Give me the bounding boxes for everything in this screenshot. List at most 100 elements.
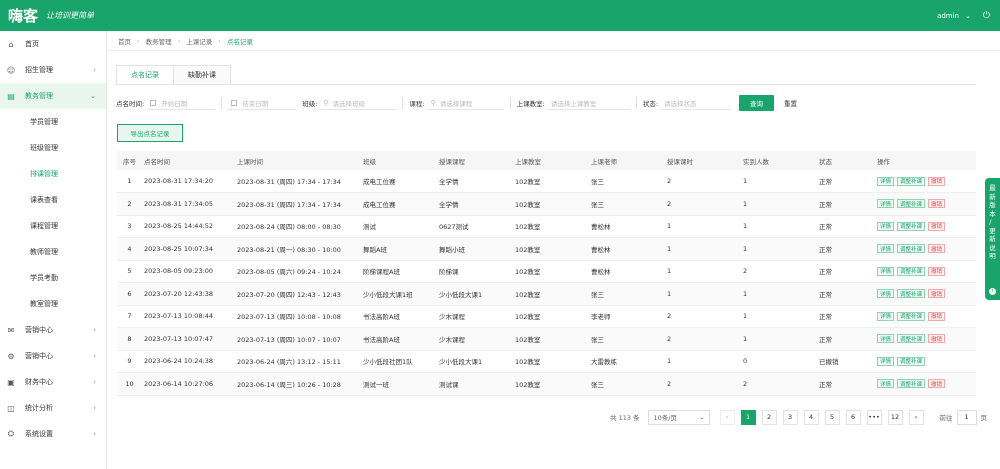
detail-button[interactable]: 详情: [877, 266, 895, 276]
page-button[interactable]: 2: [761, 409, 777, 425]
edit-makeup-button[interactable]: 调整补课: [897, 289, 926, 299]
column-header: 班级: [361, 151, 437, 170]
sidebar-item-academic[interactable]: ▤ 教务管理 ⌄: [0, 83, 106, 109]
column-header: 操作: [875, 151, 976, 170]
page-button[interactable]: 4: [803, 409, 819, 425]
power-icon[interactable]: ⏻: [983, 11, 990, 21]
detail-button[interactable]: 详情: [877, 334, 895, 344]
revoke-button[interactable]: 撤销: [928, 176, 946, 186]
breadcrumb-home[interactable]: 首页: [118, 36, 131, 46]
export-button[interactable]: 导出点名记录: [117, 124, 183, 142]
revoke-button[interactable]: 撤销: [928, 379, 946, 389]
edit-makeup-button[interactable]: 调整补课: [897, 334, 926, 344]
edit-makeup-button[interactable]: 调整补课: [897, 311, 926, 321]
edit-makeup-button[interactable]: 调整补课: [897, 379, 926, 389]
page-button[interactable]: 12: [887, 409, 903, 425]
revoke-button[interactable]: 撤销: [928, 311, 946, 321]
sidebar-item-marketing[interactable]: ✉ 营销中心 ›: [0, 317, 106, 343]
chevron-right-icon: ›: [93, 66, 96, 74]
table-cell: 正常: [817, 327, 875, 351]
sidebar-item-label: 首页: [25, 40, 39, 48]
table-header-row: 序号 点名时间 上课时间 班级 授课课程 上课教室 上课老师 授课课时 实到人数 状态 操作: [117, 151, 976, 170]
status-select[interactable]: 请选择状态: [661, 96, 732, 110]
sidebar-subitem-classes[interactable]: 班级管理: [0, 135, 106, 161]
detail-button[interactable]: 详情: [877, 176, 895, 186]
chevron-right-icon: ›: [93, 404, 96, 412]
detail-button[interactable]: 详情: [877, 221, 895, 231]
class-select[interactable]: ⚲ 请选择班级: [320, 96, 397, 110]
page-size-select[interactable]: 10条/页 ⌄: [647, 409, 710, 425]
megaphone-icon: ✉: [7, 325, 15, 335]
revoke-button[interactable]: 撤销: [928, 334, 946, 344]
course-select[interactable]: ⚲ 请选择课程: [427, 96, 504, 110]
actions-cell: 详情 调整补课 撤销: [875, 237, 976, 261]
page-button[interactable]: 3: [782, 409, 798, 425]
start-date-input[interactable]: 开始日期: [147, 96, 216, 110]
page-button[interactable]: 6: [845, 409, 861, 425]
sidebar-item-stats[interactable]: ◫ 统计分析 ›: [0, 395, 106, 421]
page-button[interactable]: 5: [824, 409, 840, 425]
detail-button[interactable]: 详情: [877, 379, 895, 389]
table-cell: 少小低段社团1队: [361, 350, 437, 373]
sidebar-subitem-teachers[interactable]: 教师管理: [0, 239, 106, 265]
revoke-button[interactable]: 撤销: [928, 244, 946, 254]
sidebar-item-marketing-2[interactable]: ⚙ 营销中心 ›: [0, 343, 106, 369]
table-cell: 102教室: [513, 282, 589, 306]
table-row: 10 2023-06-14 10:27:06 2023-06-14 (周三) 10:…: [117, 372, 976, 396]
table-cell: 102教室: [513, 327, 589, 351]
detail-button[interactable]: 详情: [877, 311, 895, 321]
edit-makeup-button[interactable]: 调整补课: [897, 199, 926, 209]
edit-makeup-button[interactable]: 调整补课: [897, 176, 926, 186]
page-button[interactable]: •••: [866, 409, 882, 425]
chevron-left-icon[interactable]: ‹: [719, 409, 735, 425]
edit-makeup-button[interactable]: 调整补课: [897, 244, 926, 254]
sidebar-item-home[interactable]: ⌂ 首页: [0, 31, 106, 57]
table-cell: 1: [665, 350, 741, 373]
revoke-button[interactable]: 撤销: [928, 289, 946, 299]
column-header: 上课时间: [235, 151, 361, 170]
revoke-button[interactable]: 撤销: [928, 221, 946, 231]
tab-rollcall[interactable]: 点名记录: [116, 65, 174, 85]
info-icon: i: [989, 288, 996, 295]
revoke-button[interactable]: 撤销: [928, 199, 946, 209]
end-date-input[interactable]: 结束日期: [228, 96, 297, 110]
table-cell: 少小低段大课1: [437, 350, 513, 373]
breadcrumb-records[interactable]: 上课记录: [186, 36, 212, 46]
page-button[interactable]: 1: [740, 409, 756, 425]
actions-cell: 详情 调整补课 撤销: [875, 305, 976, 328]
table-row: 8 2023-07-13 10:07:47 2023-07-13 (周四) 10:0…: [117, 327, 976, 351]
table-cell: 已撤销: [817, 350, 875, 373]
edit-makeup-button[interactable]: 调整补课: [897, 221, 926, 231]
sidebar-subitem-students[interactable]: 学员管理: [0, 109, 106, 135]
revoke-button[interactable]: 撤销: [928, 266, 946, 276]
edit-makeup-button[interactable]: 调整补课: [897, 356, 926, 366]
user-plus-icon: ☺: [6, 65, 16, 75]
sidebar-item-finance[interactable]: ▣ 财务中心 ›: [0, 369, 106, 395]
username[interactable]: admin: [937, 12, 959, 20]
sidebar-subitem-classrooms[interactable]: 教室管理: [0, 291, 106, 317]
update-notes-widget[interactable]: 最新版本 / 更新说明 i: [985, 178, 1000, 300]
chevron-right-icon[interactable]: ›: [908, 409, 924, 425]
detail-button[interactable]: 详情: [877, 199, 895, 209]
sidebar-subitem-attendance[interactable]: 学员考勤: [0, 265, 106, 291]
tab-makeup[interactable]: 缺勤补课: [174, 65, 231, 85]
detail-button[interactable]: 详情: [877, 244, 895, 254]
sidebar-subitem-schedule[interactable]: 排课管理: [0, 161, 106, 187]
detail-button[interactable]: 详情: [877, 289, 895, 299]
room-label: 上课教室:: [516, 100, 545, 108]
detail-button[interactable]: 详情: [877, 356, 895, 366]
sidebar-item-settings[interactable]: ⛭ 系统设置 ›: [0, 421, 106, 447]
sidebar-item-enrollment[interactable]: ☺ 招生管理 ›: [0, 57, 106, 83]
breadcrumb-academic[interactable]: 教务管理: [146, 36, 172, 46]
logo[interactable]: 嗨客: [8, 5, 38, 26]
sidebar-subitem-courses[interactable]: 课程管理: [0, 213, 106, 239]
query-button[interactable]: 查询: [739, 95, 775, 111]
table-row: 3 2023-08-25 14:44:52 2023-08-24 (周四) 08:0…: [117, 215, 976, 238]
goto-input[interactable]: 1: [956, 409, 977, 425]
reset-button[interactable]: 重置: [784, 98, 797, 108]
sidebar-item-label: 营销中心: [25, 352, 53, 360]
sidebar-subitem-timetable[interactable]: 课表查看: [0, 187, 106, 213]
edit-makeup-button[interactable]: 调整补课: [897, 266, 926, 276]
room-select[interactable]: 请选择上课教室: [547, 96, 630, 110]
chevron-down-icon[interactable]: ⌄: [965, 12, 971, 20]
